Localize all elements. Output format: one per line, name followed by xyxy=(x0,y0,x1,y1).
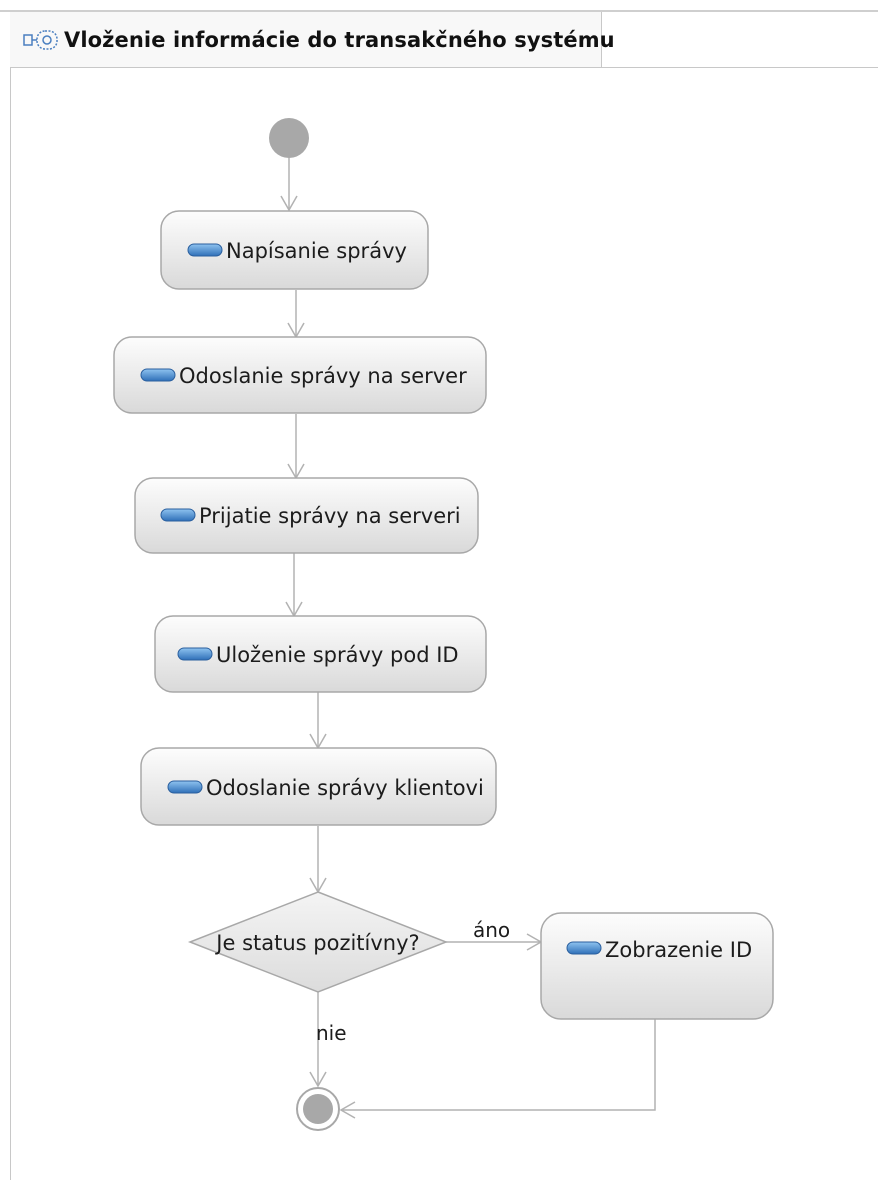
action-napisanie-spravy[interactable]: Napísanie správy xyxy=(160,210,429,290)
action-label: Uloženie správy pod ID xyxy=(216,643,459,667)
decision-label: Je status pozitívny? xyxy=(214,931,419,955)
action-icon xyxy=(140,368,176,382)
edge-label-no: nie xyxy=(316,1021,347,1045)
activity-diagram: Napísanie správy Odoslanie správy na ser… xyxy=(113,118,774,1131)
final-node[interactable] xyxy=(296,1087,340,1131)
action-label: Zobrazenie ID xyxy=(605,938,752,962)
edge-a6-final xyxy=(341,1019,656,1111)
action-label: Napísanie správy xyxy=(226,239,407,263)
action-icon xyxy=(177,647,213,661)
action-label: Odoslanie správy na server xyxy=(179,364,467,388)
action-label: Odoslanie správy klientovi xyxy=(206,776,484,800)
action-icon xyxy=(160,508,196,522)
action-ulozenie-spravy-pod-id[interactable]: Uloženie správy pod ID xyxy=(154,615,487,693)
action-icon xyxy=(187,243,223,257)
action-odoslanie-spravy-klientovi[interactable]: Odoslanie správy klientovi xyxy=(140,747,497,826)
decision-node[interactable]: Je status pozitívny? xyxy=(187,891,449,993)
action-label: Prijatie správy na serveri xyxy=(199,504,461,528)
action-prijatie-spravy-na-serveri[interactable]: Prijatie správy na serveri xyxy=(134,477,479,554)
action-zobrazenie-id[interactable]: Zobrazenie ID xyxy=(540,912,774,1020)
edge-label-yes: áno xyxy=(473,918,510,942)
action-icon xyxy=(167,780,203,794)
initial-node[interactable] xyxy=(269,118,309,158)
action-icon xyxy=(566,941,602,955)
action-odoslanie-spravy-na-server[interactable]: Odoslanie správy na server xyxy=(113,336,487,414)
